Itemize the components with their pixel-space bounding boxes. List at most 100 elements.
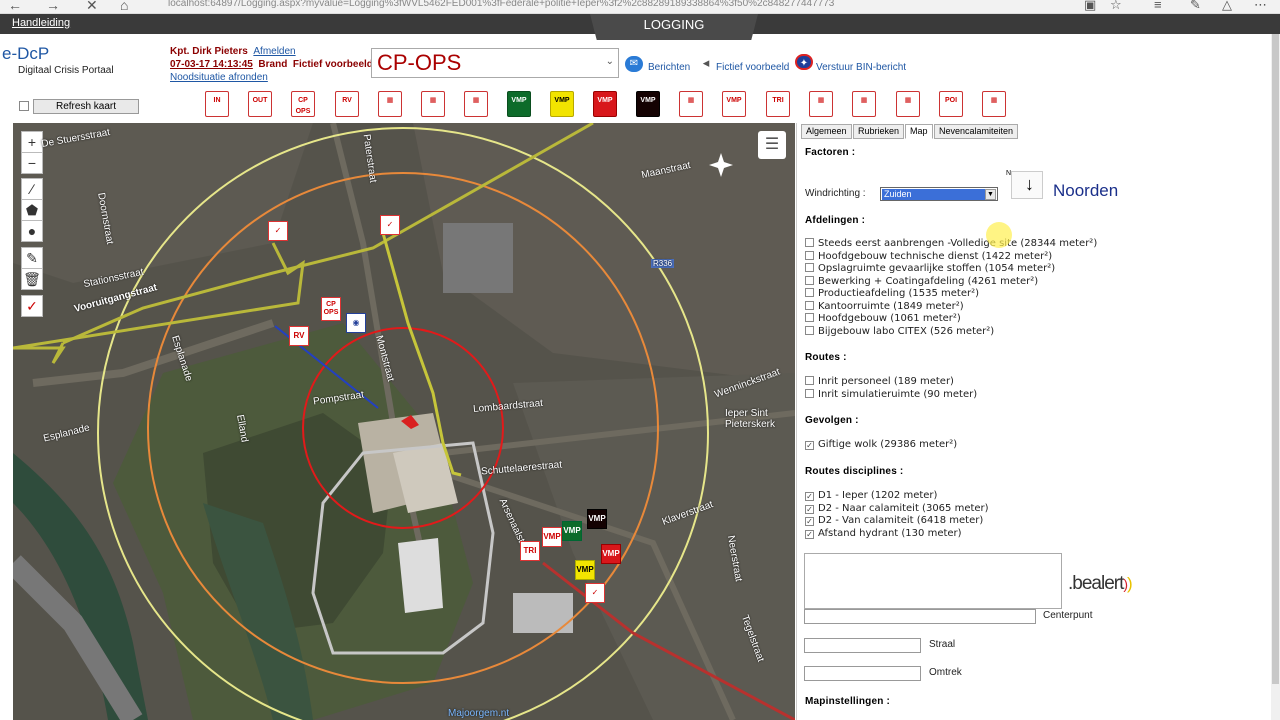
checkbox-row[interactable]: Productieafdeling (1535 meter²) — [805, 288, 979, 299]
toolbar-marker-button[interactable]: VMP — [550, 91, 574, 117]
bin-shield-icon[interactable]: ✦ — [795, 54, 813, 70]
tab-logging[interactable]: LOGGING — [590, 14, 758, 40]
checked-checkbox[interactable]: ✓ — [805, 529, 814, 539]
map-marker[interactable]: VMP — [587, 509, 607, 529]
logout-link[interactable]: Afmelden — [253, 46, 295, 57]
tab-algemeen[interactable]: Algemeen — [801, 124, 852, 139]
home-icon[interactable]: ⌂ — [120, 0, 128, 13]
messages-icon[interactable]: ✉ — [625, 56, 643, 72]
toolbar-marker-icon[interactable]: ▦ — [421, 91, 445, 117]
toolbar-marker-button[interactable]: VMP — [636, 91, 660, 117]
toolbar-marker-icon[interactable]: ▦ — [852, 91, 876, 117]
toolbar-marker-button[interactable]: CP OPS — [291, 91, 315, 117]
checkbox-row[interactable]: ✓ D2 - Naar calamiteit (3065 meter) — [805, 503, 989, 514]
toolbar-marker-icon[interactable]: ▦ — [982, 91, 1006, 117]
checkbox[interactable] — [805, 288, 814, 297]
checked-checkbox[interactable]: ✓ — [805, 441, 814, 450]
tab-map[interactable]: Map — [905, 124, 933, 139]
share-icon[interactable]: △ — [1222, 0, 1232, 13]
checkbox[interactable] — [805, 325, 814, 335]
map-marker[interactable]: VMP — [562, 521, 582, 541]
map-marker[interactable]: TRI — [520, 541, 540, 561]
toolbar-marker-icon[interactable]: ▦ — [809, 91, 833, 117]
notes-textarea[interactable] — [804, 553, 1062, 609]
checkbox-row[interactable]: Inrit personeel (189 meter) — [805, 376, 954, 387]
draw-circle-icon[interactable]: ● — [21, 220, 43, 242]
more-icon[interactable]: ⋯ — [1254, 0, 1267, 13]
checkbox[interactable] — [805, 313, 814, 322]
toolbar-marker-button[interactable]: OUT — [248, 91, 272, 117]
address-bar[interactable]: localhost:64897/Logging.aspx?myvalue=Log… — [168, 0, 928, 9]
incident-icon[interactable]: ✓ — [268, 221, 288, 241]
straal-input[interactable] — [804, 638, 921, 653]
map-view[interactable]: + − ∕ ⬟ ● ✎ 🗑 ✓ ☰ De Stuersstraat Doorns… — [13, 123, 795, 720]
checkbox-row[interactable]: Hoofdgebouw (1061 meter²) — [805, 313, 961, 324]
checkbox-row[interactable]: Bewerking + Coatingafdeling (4261 meter²… — [805, 275, 1038, 287]
checked-checkbox[interactable]: ✓ — [805, 492, 814, 501]
toolbar-marker-button[interactable]: VMP — [722, 91, 746, 117]
ops-select[interactable]: CP-OPS ⌄ — [371, 48, 619, 78]
incident-icon[interactable]: ✓ — [585, 583, 605, 603]
edit-icon[interactable]: ✎ — [21, 247, 43, 269]
checkbox-row[interactable]: ✓ D1 - Ieper (1202 meter) — [805, 490, 937, 501]
refresh-map-button[interactable]: Refresh kaart — [33, 99, 139, 114]
checked-checkbox[interactable]: ✓ — [805, 504, 814, 514]
toolbar-marker-button[interactable]: RV — [335, 91, 359, 117]
checkbox[interactable] — [805, 376, 814, 385]
checkbox-row[interactable]: Inrit simulatieruimte (90 meter) — [805, 388, 977, 400]
checkbox-row[interactable]: ✓ Giftige wolk (29386 meter²) — [805, 439, 957, 450]
checkbox-row[interactable]: ✓ D2 - Van calamiteit (6418 meter) — [805, 515, 983, 526]
draw-line-icon[interactable]: ∕ — [21, 178, 43, 200]
layers-icon[interactable]: ☰ — [758, 131, 786, 159]
reading-view-icon[interactable]: ▣ — [1084, 0, 1096, 13]
toolbar-marker-icon[interactable]: ▦ — [464, 91, 488, 117]
checkbox[interactable] — [805, 300, 814, 310]
map-marker[interactable]: VMP — [601, 544, 621, 564]
forward-arrow-icon[interactable]: → — [46, 0, 60, 13]
emergency-end-link[interactable]: Noodsituatie afronden — [170, 72, 268, 83]
checkbox-row[interactable]: ✓ Afstand hydrant (130 meter) — [805, 528, 962, 539]
messages-link[interactable]: Berichten — [648, 62, 690, 73]
checkbox-row[interactable]: Hoofdgebouw technische dienst (1422 mete… — [805, 250, 1052, 262]
page-scrollbar[interactable] — [1271, 34, 1280, 720]
checkbox-row[interactable]: Kantoorruimte (1849 meter²) — [805, 300, 964, 312]
checkbox-row[interactable]: Bijgebouw labo CITEX (526 meter²) — [805, 325, 994, 337]
draw-polygon-icon[interactable]: ⬟ — [21, 199, 43, 221]
map-marker[interactable]: CP OPS — [321, 297, 341, 321]
checkbox[interactable] — [805, 250, 814, 260]
checkbox[interactable] — [805, 275, 814, 285]
checkbox-row[interactable]: Steeds eerst aanbrengen -Volledige site … — [805, 238, 1097, 249]
checkbox[interactable] — [805, 388, 814, 398]
map-marker[interactable]: VMP — [575, 560, 595, 580]
checkbox[interactable] — [805, 263, 814, 272]
trash-icon[interactable]: 🗑 — [21, 268, 43, 290]
toolbar-marker-button[interactable]: IN — [205, 91, 229, 117]
toolbar-marker-icon[interactable]: ▦ — [896, 91, 920, 117]
example-link[interactable]: Fictief voorbeeld — [716, 62, 789, 73]
favorite-star-icon[interactable]: ☆ — [1110, 0, 1122, 13]
omtrek-input[interactable] — [804, 666, 921, 681]
map-marker[interactable]: VMP — [542, 527, 562, 547]
help-link[interactable]: Handleiding — [12, 17, 70, 29]
hub-icon[interactable]: ≡ — [1154, 0, 1162, 12]
send-bin-link[interactable]: Verstuur BIN-bericht — [816, 62, 906, 73]
centerpunt-input[interactable] — [804, 609, 1036, 624]
toolbar-marker-button[interactable]: POI — [939, 91, 963, 117]
tab-rubrieken[interactable]: Rubrieken — [853, 124, 905, 139]
map-marker[interactable]: RV — [289, 326, 309, 346]
zoom-in-button[interactable]: + — [21, 131, 43, 153]
toolbar-marker-button[interactable]: VMP — [593, 91, 617, 117]
stop-icon[interactable]: ✕ — [86, 0, 98, 14]
checkbox[interactable] — [805, 238, 814, 247]
back-arrow-icon[interactable]: ← — [8, 0, 22, 13]
toolbar-marker-button[interactable]: TRI — [766, 91, 790, 117]
incident-icon[interactable]: ✓ — [380, 215, 400, 235]
toolbar-marker-icon[interactable]: ▦ — [679, 91, 703, 117]
zoom-out-button[interactable]: − — [21, 152, 43, 174]
checkbox-row[interactable]: Opslagruimte gevaarlijke stoffen (1054 m… — [805, 263, 1055, 274]
police-icon[interactable]: ◉ — [346, 313, 366, 333]
incident-marker-icon[interactable]: ✓ — [21, 295, 43, 317]
speaker-icon[interactable]: ◂ — [697, 55, 715, 71]
wind-direction-select[interactable]: Zuiden ▼ — [880, 187, 998, 201]
tab-nevencalamiteiten[interactable]: Nevencalamiteiten — [934, 124, 1019, 139]
